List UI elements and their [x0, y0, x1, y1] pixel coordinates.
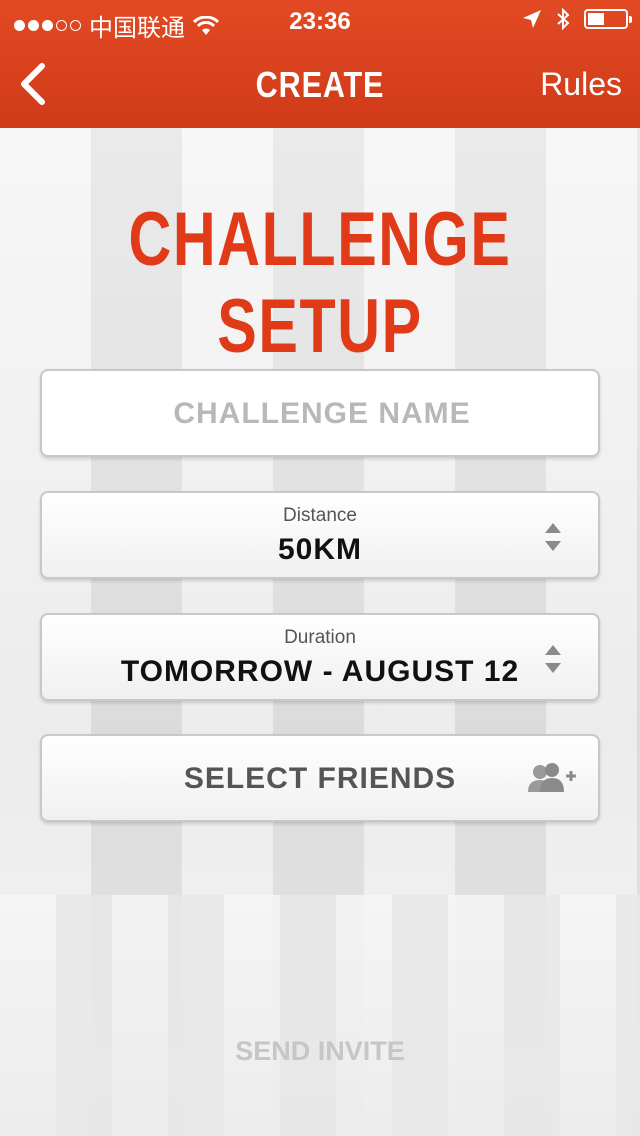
location-arrow-icon	[523, 10, 541, 28]
challenge-name-field[interactable]	[40, 369, 602, 457]
stepper-arrows-icon	[545, 645, 561, 673]
battery-icon	[584, 9, 632, 29]
challenge-setup-heading: CHALLENGE SETUP	[128, 197, 512, 369]
page-title: CREATE	[255, 64, 385, 105]
stepper-arrows-icon	[545, 523, 561, 551]
top-bar: 中国联通 23:36 CREATE Rules	[0, 0, 640, 128]
challenge-name-input[interactable]	[42, 371, 602, 457]
duration-selector[interactable]: Duration TOMORROW - AUGUST 12	[40, 613, 600, 701]
distance-label: Distance	[283, 505, 357, 526]
distance-selector[interactable]: Distance 50KM	[40, 491, 600, 579]
status-bar: 中国联通 23:36	[0, 0, 640, 42]
bluetooth-icon	[557, 8, 570, 30]
nav-bar: CREATE Rules	[0, 40, 640, 128]
duration-value: TOMORROW - AUGUST 12	[120, 655, 520, 688]
distance-value: 50KM	[277, 533, 363, 566]
send-invite-button[interactable]: SEND INVITE	[0, 1036, 640, 1067]
add-friends-icon	[528, 763, 576, 792]
select-friends-label: SELECT FRIENDS	[183, 762, 457, 795]
duration-label: Duration	[284, 627, 356, 648]
select-friends-button[interactable]: SELECT FRIENDS	[40, 734, 600, 822]
floor-shade	[0, 895, 640, 1136]
rules-button[interactable]: Rules	[540, 66, 622, 103]
